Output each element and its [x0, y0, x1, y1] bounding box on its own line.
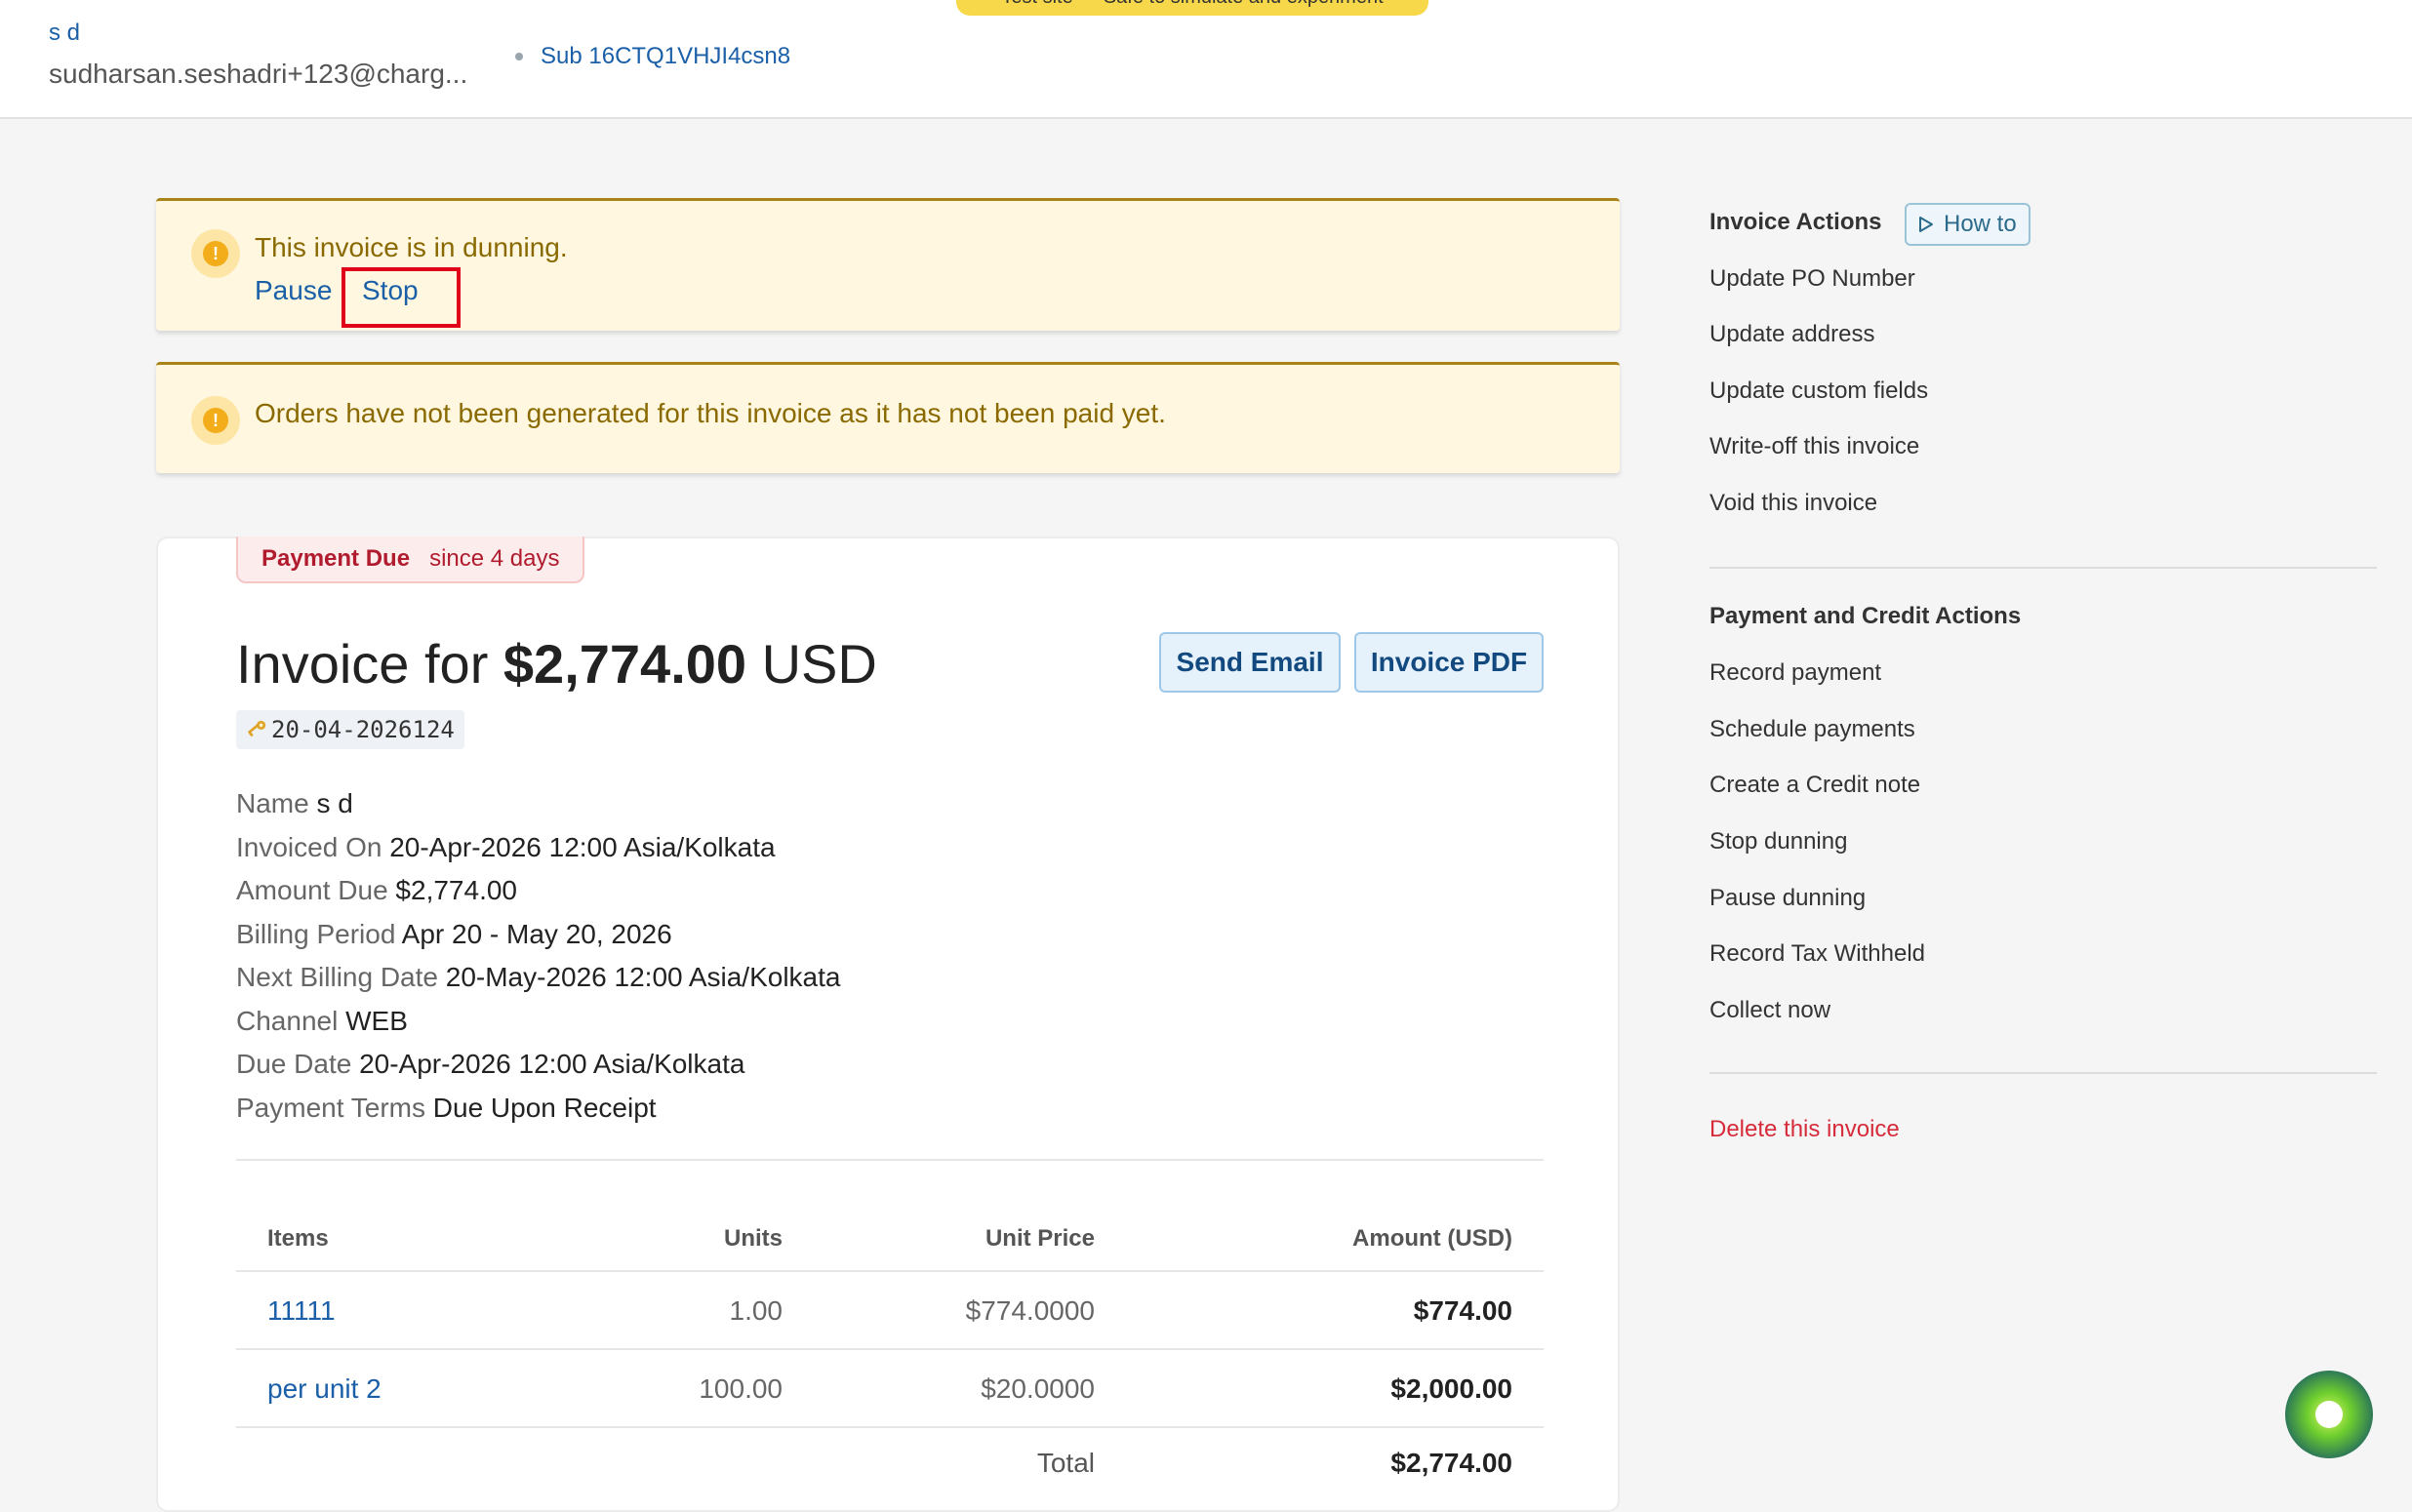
create-credit-note-link[interactable]: Create a Credit note	[1709, 772, 1920, 799]
dunning-message: This invoice is in dunning.	[255, 232, 568, 262]
record-payment-link[interactable]: Record payment	[1709, 659, 1881, 687]
stop-highlight-box	[342, 267, 461, 328]
detail-row: Billing Period Apr 20 - May 20, 2026	[236, 918, 672, 949]
line-items-table: Items Units Unit Price Amount (USD) 1111…	[236, 1221, 1544, 1487]
status-badge: Payment Due since 4 days	[236, 537, 585, 583]
subscription-link[interactable]: Sub 16CTQ1VHJI4csn8	[515, 43, 790, 70]
col-header-items: Items	[267, 1225, 329, 1252]
invoice-currency: USD	[761, 633, 877, 695]
invoice-card: Payment Due since 4 days Invoice for $2,…	[156, 537, 1620, 1512]
line-item-link[interactable]: per unit 2	[267, 1373, 382, 1405]
invoice-number: 20-04-2026124	[271, 716, 455, 743]
total-label: Total	[1036, 1448, 1095, 1478]
sidebar-divider	[1709, 1072, 2377, 1074]
page-header: Test site — Safe to simulate and experim…	[0, 0, 2412, 119]
detail-row: Channel WEB	[236, 1005, 408, 1036]
send-email-button[interactable]: Send Email	[1159, 632, 1341, 693]
details-divider	[236, 1159, 1544, 1161]
invoice-details: Name s d Invoiced On 20-Apr-2026 12:00 A…	[236, 782, 840, 1130]
table-row: 11111 1.00 $774.0000 $774.00	[236, 1272, 1544, 1350]
table-header-row: Items Units Unit Price Amount (USD)	[236, 1221, 1544, 1272]
warning-icon: !	[191, 229, 240, 278]
payment-actions-heading: Payment and Credit Actions	[1709, 603, 2022, 629]
detail-row: Next Billing Date 20-May-2026 12:00 Asia…	[236, 962, 841, 992]
pause-dunning-link[interactable]: Pause	[255, 275, 332, 306]
detail-row: Payment Terms Due Upon Receipt	[236, 1092, 657, 1123]
line-item-unit-price: $20.0000	[981, 1373, 1095, 1404]
invoice-amount: $2,774.00	[502, 633, 747, 695]
pause-dunning-sidebar-link[interactable]: Pause dunning	[1709, 885, 1866, 912]
invoice-pdf-button[interactable]: Invoice PDF	[1354, 632, 1544, 693]
update-address-link[interactable]: Update address	[1709, 321, 1874, 348]
sidebar-divider	[1709, 567, 2377, 569]
status-since: since 4 days	[429, 545, 560, 572]
delete-invoice-link[interactable]: Delete this invoice	[1709, 1116, 1900, 1143]
line-item-units: 1.00	[729, 1295, 784, 1326]
invoice-title-prefix: Invoice for	[236, 633, 489, 695]
update-custom-fields-link[interactable]: Update custom fields	[1709, 378, 1928, 405]
help-chat-bubble-icon[interactable]	[2285, 1371, 2373, 1458]
collect-now-link[interactable]: Collect now	[1709, 997, 1830, 1024]
line-item-units: 100.00	[699, 1373, 783, 1404]
how-to-button[interactable]: How to	[1905, 203, 2030, 246]
detail-row: Invoiced On 20-Apr-2026 12:00 Asia/Kolka…	[236, 831, 776, 862]
separator-dot	[515, 53, 523, 60]
how-to-label: How to	[1944, 211, 2017, 237]
col-header-unit-price: Unit Price	[985, 1225, 1095, 1252]
customer-name-link[interactable]: s d	[49, 20, 80, 47]
invoice-actions-heading: Invoice Actions	[1709, 209, 1882, 235]
void-invoice-link[interactable]: Void this invoice	[1709, 490, 1877, 517]
detail-row: Amount Due $2,774.00	[236, 875, 517, 905]
play-icon	[1919, 217, 1933, 232]
table-row: per unit 2 100.00 $20.0000 $2,000.00	[236, 1350, 1544, 1428]
help-bubble-core	[2315, 1401, 2343, 1428]
record-tax-withheld-link[interactable]: Record Tax Withheld	[1709, 940, 1925, 968]
key-icon	[247, 720, 266, 737]
line-item-unit-price: $774.0000	[965, 1295, 1095, 1326]
line-item-amount: $2,000.00	[1390, 1373, 1512, 1404]
orders-message: Orders have not been generated for this …	[255, 398, 1166, 428]
line-item-amount: $774.00	[1413, 1295, 1512, 1326]
line-item-link[interactable]: 11111	[267, 1295, 336, 1327]
subscription-link-label: Sub 16CTQ1VHJI4csn8	[541, 43, 791, 69]
detail-row: Name s d	[236, 788, 353, 818]
dunning-alert: ! This invoice is in dunning. Pause Stop	[156, 198, 1620, 331]
status-label: Payment Due	[261, 545, 411, 572]
col-header-amount: Amount (USD)	[1352, 1225, 1512, 1252]
schedule-payments-link[interactable]: Schedule payments	[1709, 716, 1915, 743]
customer-email: sudharsan.seshadri+123@charg...	[49, 59, 468, 89]
write-off-invoice-link[interactable]: Write-off this invoice	[1709, 433, 1919, 460]
update-po-number-link[interactable]: Update PO Number	[1709, 265, 1915, 293]
total-amount: $2,774.00	[1390, 1448, 1512, 1478]
col-header-units: Units	[724, 1225, 783, 1252]
warning-icon: !	[191, 396, 240, 445]
table-total-row: Total $2,774.00	[236, 1428, 1544, 1487]
orders-alert: ! Orders have not been generated for thi…	[156, 362, 1620, 473]
invoice-number-chip: 20-04-2026124	[236, 710, 464, 749]
stop-dunning-sidebar-link[interactable]: Stop dunning	[1709, 828, 1847, 855]
invoice-title: Invoice for $2,774.00 USD	[236, 632, 877, 696]
detail-row: Due Date 20-Apr-2026 12:00 Asia/Kolkata	[236, 1049, 745, 1079]
test-site-banner: Test site — Safe to simulate and experim…	[956, 0, 1428, 16]
